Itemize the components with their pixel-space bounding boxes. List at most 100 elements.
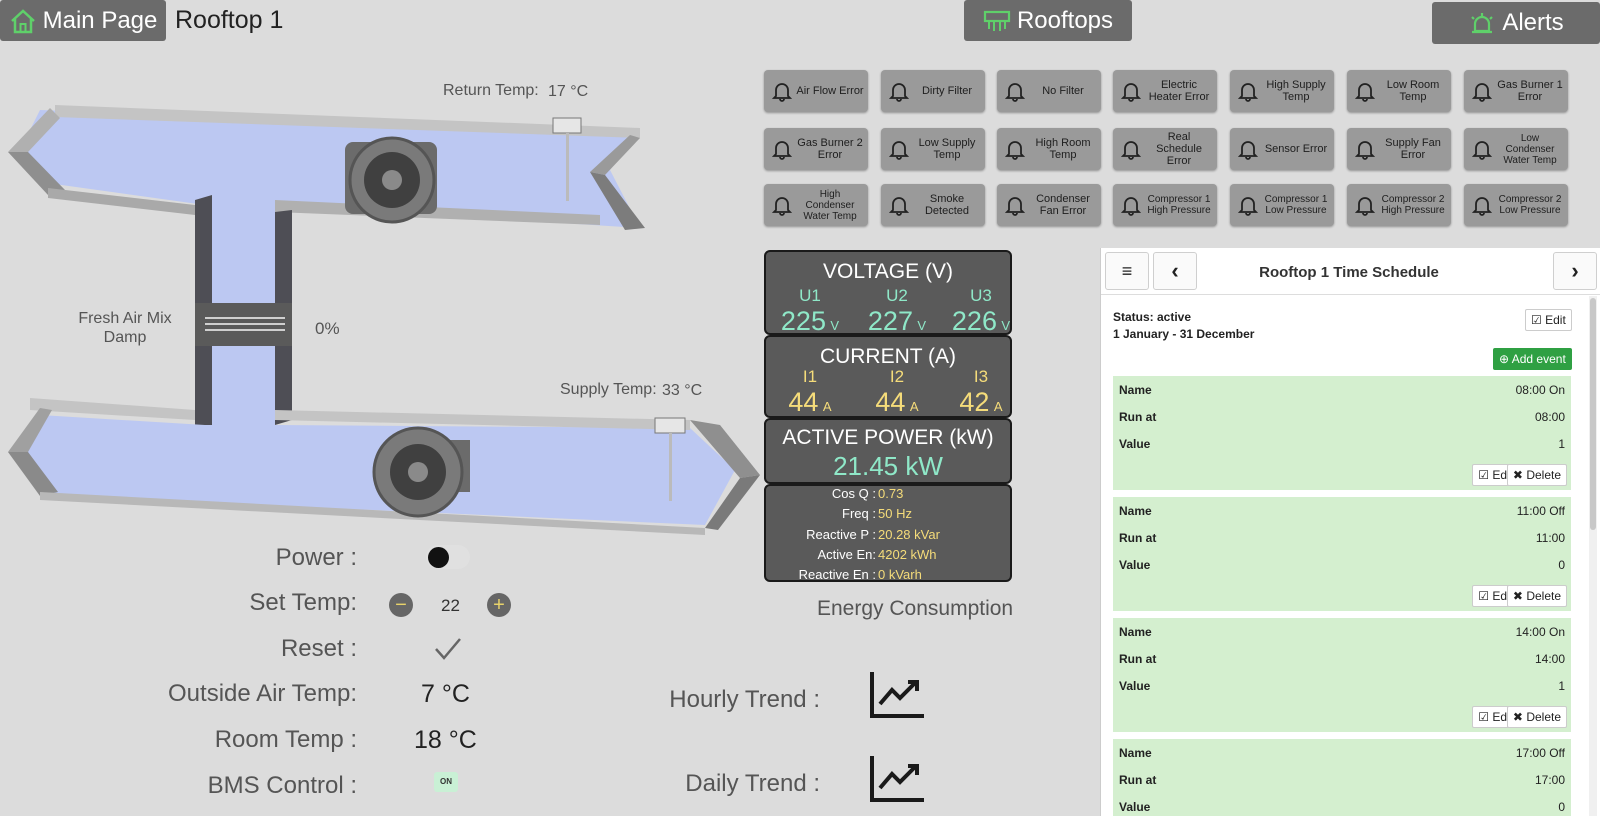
alarm-indicator: High Condenser Water Temp: [764, 184, 868, 226]
row-key: Run at: [1119, 773, 1157, 787]
row-key: Name: [1119, 383, 1152, 397]
voltage-phase-1: U1 225 V: [775, 286, 845, 337]
row-key: Name: [1119, 746, 1152, 760]
damper-value: 0%: [315, 319, 340, 338]
bell-icon: [1472, 141, 1492, 160]
schedule-menu-button[interactable]: ≡: [1105, 252, 1149, 290]
set-temp-label: Set Temp:: [249, 589, 357, 616]
time-schedule-panel: ≡ ‹ Rooftop 1 Time Schedule › Status: ac…: [1100, 248, 1600, 816]
bell-icon: [1005, 141, 1025, 160]
edit-icon: ☑: [1478, 589, 1489, 603]
close-icon: ✖: [1512, 589, 1523, 603]
alarm-label: Air Flow Error: [796, 85, 864, 97]
info-value: 20.28 kVar: [878, 527, 940, 542]
close-icon: ✖: [1512, 710, 1523, 724]
daily-trend-chart-icon[interactable]: [868, 754, 926, 804]
event-delete-button[interactable]: ✖ Delete: [1506, 464, 1567, 486]
phase-label: U2: [886, 286, 908, 305]
rooftops-button[interactable]: Rooftops: [964, 0, 1132, 41]
alarm-label: No Filter: [1042, 85, 1084, 97]
event-delete-button[interactable]: ✖ Delete: [1506, 706, 1567, 728]
schedule-range: 1 January - 31 December: [1113, 327, 1255, 341]
alarm-indicator: Compressor 1 Low Pressure: [1230, 184, 1334, 226]
event-row-run-at: Run at 17:00: [1113, 766, 1571, 793]
power-toggle[interactable]: [426, 545, 470, 569]
alerts-button[interactable]: Alerts: [1432, 2, 1600, 44]
alarm-label: High Room Temp: [1035, 137, 1091, 161]
alarm-indicator: High Room Temp: [997, 128, 1101, 170]
alarm-label: Gas Burner 2 Error: [797, 137, 863, 161]
bell-icon: [1121, 197, 1141, 216]
alarm-indicator: Electric Heater Error: [1113, 70, 1217, 112]
event-value: 1: [1558, 437, 1565, 451]
scrollbar[interactable]: [1589, 296, 1597, 816]
alarm-label: High Condenser Water Temp: [803, 188, 857, 222]
chevron-left-icon: ‹: [1171, 258, 1179, 283]
phase-value: 227: [867, 306, 913, 336]
row-key: Name: [1119, 504, 1152, 518]
bell-icon: [889, 197, 909, 216]
info-value: 50 Hz: [878, 506, 912, 521]
edit-icon: ☑: [1531, 313, 1542, 327]
alerts-label: Alerts: [1502, 9, 1564, 36]
alarm-indicator: Low Room Temp: [1347, 70, 1451, 112]
event-row-name: Name 17:00 Off: [1113, 739, 1571, 766]
schedule-event: Name17:00 OffRun at17:00Value0☑ Edit✖ De…: [1113, 739, 1571, 816]
event-value: 0: [1558, 800, 1565, 814]
hourly-trend-chart-icon[interactable]: [868, 670, 926, 720]
event-run-at: 14:00: [1534, 652, 1565, 666]
edit-icon: ☑: [1478, 468, 1489, 482]
schedule-next-button[interactable]: ›: [1553, 252, 1597, 290]
alarm-label: Sensor Error: [1264, 143, 1328, 155]
event-delete-button[interactable]: ✖ Delete: [1506, 585, 1567, 607]
alarm-indicator: Compressor 1 High Pressure: [1113, 184, 1217, 226]
power-label: Power :: [275, 544, 357, 571]
phase-unit: A: [822, 399, 832, 414]
current-phase-3: I3 42 A: [946, 367, 1016, 418]
phase-unit: A: [993, 399, 1003, 414]
alarm-label: Gas Burner 1 Error: [1497, 79, 1563, 103]
alarm-indicator: Compressor 2 High Pressure: [1347, 184, 1451, 226]
alarm-indicator: Gas Burner 2 Error: [764, 128, 868, 170]
toggle-knob: [428, 547, 449, 568]
info-key: Reactive P :: [806, 527, 876, 542]
schedule-prev-button[interactable]: ‹: [1153, 252, 1197, 290]
bms-control-badge[interactable]: ON: [434, 772, 458, 792]
bell-icon: [1121, 83, 1141, 102]
phase-value: 44: [875, 387, 906, 417]
event-row-value: Value 1: [1113, 672, 1571, 699]
alarm-label: Dirty Filter: [921, 85, 973, 97]
decrease-temp-button[interactable]: −: [389, 593, 413, 617]
rooftop-unit-icon: [983, 10, 1011, 31]
edit-label: Edit: [1545, 313, 1566, 327]
reset-check-icon[interactable]: [433, 636, 463, 662]
main-page-button[interactable]: Main Page: [0, 0, 166, 41]
phase-unit: V: [917, 318, 927, 333]
add-event-label: Add event: [1511, 352, 1566, 366]
phase-label: U3: [970, 286, 992, 305]
alarm-indicator: Real Schedule Error: [1113, 128, 1217, 170]
alarm-indicator: Dirty Filter: [881, 70, 985, 112]
scrollbar-thumb[interactable]: [1590, 298, 1596, 530]
current-phase-1: I1 44 A: [775, 367, 845, 418]
event-value: 1: [1558, 679, 1565, 693]
bell-icon: [1238, 197, 1258, 216]
current-title: CURRENT (A): [819, 345, 957, 368]
info-key: Reactive En :: [798, 567, 876, 582]
return-temp-value: 17 °C: [548, 83, 589, 100]
row-key: Value: [1119, 437, 1151, 451]
voltage-phase-3: U3 226 V: [946, 286, 1016, 337]
phase-unit: A: [909, 399, 919, 414]
room-temp-value: 18 °C: [414, 726, 477, 754]
schedule-event: Name 08:00 On Run at 08:00 Value 1 ☑ Edit ✖ Del…: [1113, 376, 1571, 490]
schedule-title: Rooftop 1 Time Schedule: [1259, 264, 1439, 281]
event-name: 14:00 On: [1515, 625, 1565, 639]
bell-icon: [1238, 141, 1258, 160]
rooftops-label: Rooftops: [1016, 6, 1114, 34]
add-event-button[interactable]: ⊕ Add event: [1493, 348, 1572, 370]
schedule-edit-button[interactable]: ☑ Edit: [1525, 309, 1572, 331]
edit-icon: ☑: [1478, 710, 1489, 724]
increase-temp-button[interactable]: +: [487, 593, 511, 617]
alarm-indicator: Supply Fan Error: [1347, 128, 1451, 170]
bell-icon: [1005, 197, 1025, 216]
